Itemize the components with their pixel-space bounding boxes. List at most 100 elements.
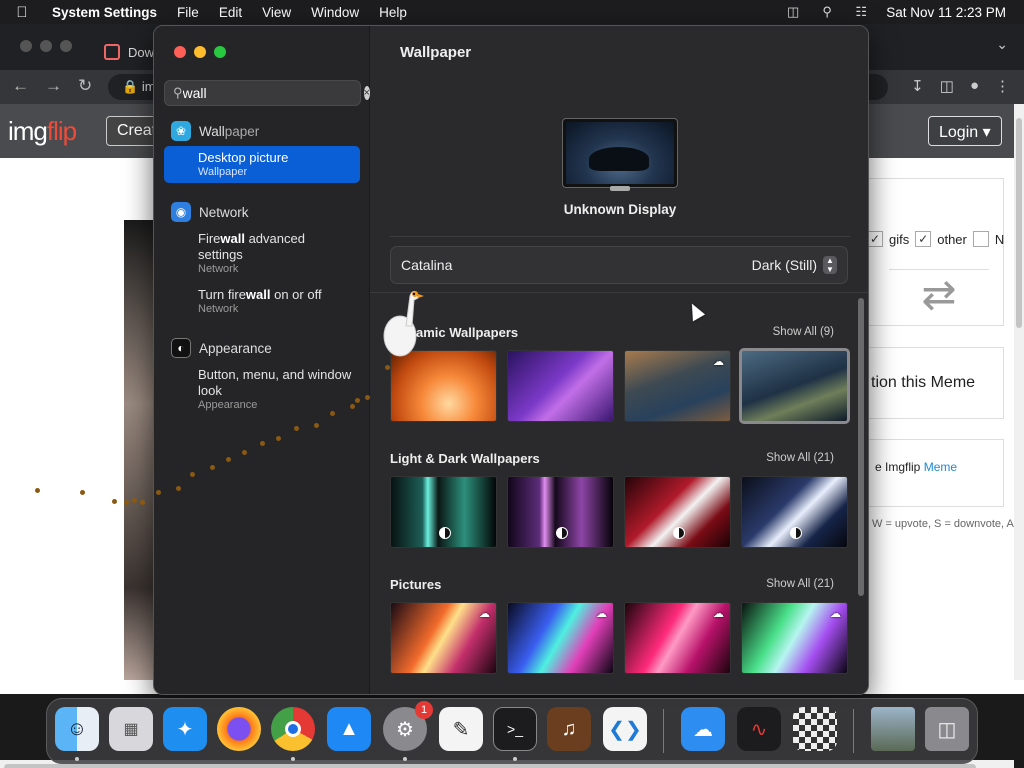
voice-memos-icon[interactable]: ∿	[737, 707, 781, 751]
show-all-button[interactable]: Show All (21)	[766, 578, 836, 590]
close-window-button[interactable]	[174, 46, 186, 58]
browser-tab[interactable]: Dow	[104, 34, 154, 70]
result-firewall-advanced[interactable]: Firewall advanced settings Network	[164, 227, 360, 280]
show-all-button[interactable]: Show All (21)	[766, 452, 836, 464]
result-desktop-picture[interactable]: Desktop picture Wallpaper	[164, 146, 360, 183]
menu-help[interactable]: Help	[369, 5, 417, 20]
spotlight-search-icon[interactable]: ⚲	[810, 4, 844, 20]
result-subtitle: Appearance	[198, 399, 258, 411]
search-input[interactable]	[182, 85, 364, 101]
filter-card: ✓ gifs ✓ other N ⇄	[866, 178, 1004, 326]
appearance-mode-value: Dark (Still)	[751, 257, 817, 273]
zoom-window-button[interactable]	[214, 46, 226, 58]
reload-icon[interactable]: ↻	[78, 76, 92, 96]
page-vertical-scrollbar[interactable]	[1014, 104, 1024, 680]
shuffle-icon[interactable]: ⇄	[889, 269, 989, 319]
display-name: Unknown Display	[563, 202, 677, 217]
wallpaper-thumb[interactable]: ☁	[741, 602, 848, 674]
system-settings-icon[interactable]: ⚙ 1	[383, 701, 433, 751]
meme-link[interactable]: Meme	[924, 460, 957, 474]
gifs-checkbox[interactable]: ✓	[867, 231, 883, 247]
section-title: Light & Dark Wallpapers	[390, 450, 540, 466]
safari-icon[interactable]: ✦	[163, 707, 207, 751]
sidebar-item-appearance[interactable]: ◐ Appearance	[164, 336, 360, 360]
wallpaper-thumb[interactable]	[507, 350, 614, 422]
section-dynamic-wallpapers: amic Wallpapers Show All (9) ☁	[390, 322, 850, 424]
gallery-scrollbar[interactable]	[858, 298, 866, 596]
sidebar-item-label: Appearance	[199, 340, 272, 356]
wallpaper-pane: Wallpaper Unknown Display Catalina Dark …	[370, 26, 868, 694]
result-group-appearance: ◐ Appearance Button, menu, and window lo…	[164, 336, 360, 416]
tab-list-chevron-icon[interactable]: ⌄	[996, 36, 1008, 53]
firefox-icon[interactable]	[217, 707, 261, 751]
search-icon: ⚲	[173, 85, 183, 100]
wallpaper-thumb[interactable]: ☁	[390, 602, 497, 674]
wallpaper-thumb[interactable]: ☁	[507, 602, 614, 674]
wallpaper-thumb[interactable]: ☁	[624, 602, 731, 674]
desktop-goose[interactable]	[380, 286, 426, 362]
wallpaper-thumb[interactable]: ☁	[624, 350, 731, 422]
window-traffic-lights	[174, 46, 226, 58]
menu-edit[interactable]: Edit	[209, 5, 252, 20]
menu-window[interactable]: Window	[301, 5, 369, 20]
photo-icon[interactable]	[871, 707, 915, 751]
show-all-button[interactable]: Show All (9)	[773, 326, 836, 338]
result-subtitle: Network	[198, 263, 239, 275]
wallpaper-thumb-selected[interactable]	[739, 348, 850, 424]
control-center-icon[interactable]: ☷	[844, 4, 878, 20]
screen-mirroring-icon[interactable]: ◫	[776, 4, 810, 20]
forward-arrow-icon[interactable]: →	[45, 76, 62, 96]
app-store-icon[interactable]: ▲	[327, 707, 371, 751]
light-dark-icon	[790, 527, 802, 539]
garageband-icon[interactable]: ♫	[547, 707, 591, 751]
clear-search-icon[interactable]: ×	[363, 86, 370, 100]
download-cloud-icon: ☁	[713, 356, 724, 368]
weather-icon[interactable]: ☁	[681, 707, 725, 751]
running-indicator	[75, 757, 79, 761]
chrome-icon[interactable]	[271, 707, 315, 751]
textedit-icon[interactable]: ✎	[439, 707, 483, 751]
minimize-window-button[interactable]	[194, 46, 206, 58]
sidebar-item-wallpaper[interactable]: ❀ Wallpaper	[164, 119, 360, 143]
menu-view[interactable]: View	[252, 5, 301, 20]
result-button-menu-window[interactable]: Button, menu, and window look Appearance	[164, 363, 360, 416]
current-wallpaper-name: Catalina	[401, 257, 453, 273]
more-menu-icon[interactable]: ⋮	[995, 77, 1010, 95]
download-icon[interactable]: ↧	[911, 77, 924, 95]
wallpaper-thumb[interactable]	[624, 476, 731, 548]
dock: ☺ ▦ ✦ ▲ ⚙ 1 ✎ >_ ♫ ❮❯ ☁ ∿ ◫	[46, 698, 978, 764]
imgflip-logo[interactable]: imgflip	[8, 116, 77, 147]
wallpaper-thumb[interactable]	[741, 476, 848, 548]
other-label: other	[937, 231, 967, 247]
side-panel-icon[interactable]: ◫	[940, 77, 954, 95]
section-title: Pictures	[390, 576, 442, 592]
login-button[interactable]: Login ▾	[928, 116, 1002, 146]
globe-icon: ◉	[171, 202, 191, 222]
terminal-icon[interactable]: >_	[493, 707, 537, 751]
sidebar-item-network[interactable]: ◉ Network	[164, 200, 360, 224]
vscode-icon[interactable]: ❮❯	[603, 707, 647, 751]
chess-icon[interactable]	[793, 707, 837, 751]
pane-title: Wallpaper	[400, 44, 472, 61]
wallpaper-picker: Catalina Dark (Still) ▲ ▼	[390, 246, 848, 284]
n-checkbox[interactable]	[972, 231, 989, 247]
back-arrow-icon[interactable]: ←	[12, 76, 29, 96]
profile-icon[interactable]: ●	[970, 77, 979, 95]
result-firewall-toggle[interactable]: Turn firewall on or off Network	[164, 283, 360, 320]
launchpad-icon[interactable]: ▦	[109, 707, 153, 751]
wallpaper-thumb[interactable]	[390, 476, 497, 548]
finder-icon[interactable]: ☺	[55, 707, 99, 751]
sidebar-item-label: Network	[199, 204, 249, 220]
caption-card[interactable]: tion this Meme	[866, 347, 1004, 419]
apple-menu-icon[interactable]: 	[0, 4, 44, 21]
appearance-mode-popup[interactable]: Dark (Still) ▲ ▼	[752, 256, 837, 274]
menu-clock[interactable]: Sat Nov 11 2:23 PM	[878, 5, 1024, 20]
menu-file[interactable]: File	[167, 5, 209, 20]
menu-app-name[interactable]: System Settings	[44, 5, 167, 20]
result-subtitle: Wallpaper	[198, 166, 248, 178]
wallpaper-thumb[interactable]	[507, 476, 614, 548]
other-checkbox[interactable]: ✓	[915, 231, 932, 247]
browser-traffic-lights	[20, 40, 72, 52]
n-label: N	[994, 231, 1005, 247]
trash-icon[interactable]: ◫	[925, 707, 969, 751]
